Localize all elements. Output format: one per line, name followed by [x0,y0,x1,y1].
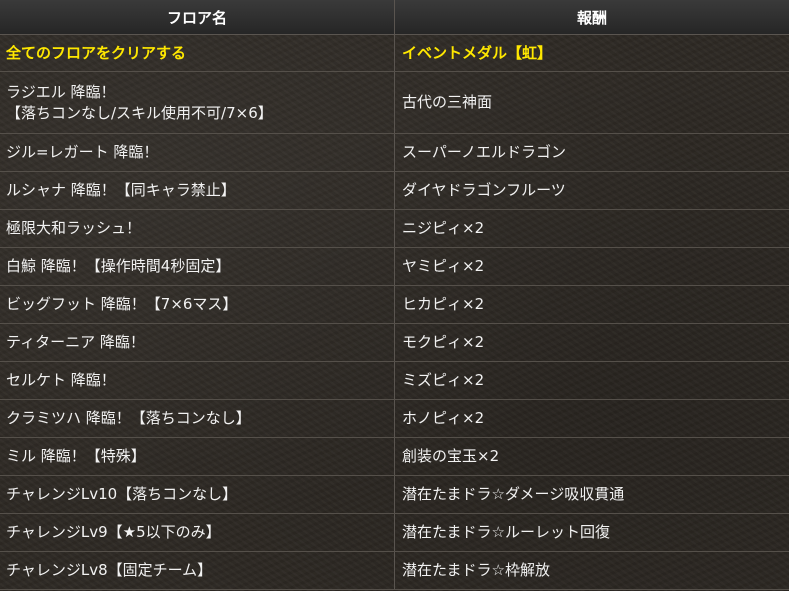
reward-cell: ヒカピィ×2 [395,286,789,323]
reward-cell: イベントメダル【虹】 [395,35,789,71]
reward-name: 潜在たまドラ☆枠解放 [402,561,550,579]
table-row: ビッグフット 降臨！【7×6マス】 ヒカピィ×2 [0,286,789,324]
table-row: 極限大和ラッシュ！ ニジピィ×2 [0,210,789,248]
header-reward: 報酬 [576,8,607,27]
reward-cell: 創装の宝玉×2 [395,438,789,475]
reward-cell: ミズピィ×2 [395,362,789,399]
floor-name: ミル 降臨！【特殊】 [6,447,146,465]
floor-cell: チャレンジLv9【★5以下のみ】 [0,514,395,551]
reward-cell: 古代の三神面 [395,72,789,133]
reward-name: スーパーノエルドラゴン [402,143,566,161]
floor-name: クラミツハ 降臨！【落ちコンなし】 [6,409,251,427]
floor-name: チャレンジLv9【★5以下のみ】 [6,523,221,541]
reward-cell: 潜在たまドラ☆ルーレット回復 [395,514,789,551]
floor-name: ラジエル 降臨！ [6,82,116,101]
reward-name: 潜在たまドラ☆ダメージ吸収貫通 [402,485,625,503]
reward-cell: ホノピィ×2 [395,400,789,437]
floor-name: チャレンジLv10【落ちコンなし】 [6,485,238,503]
reward-cell: 潜在たまドラ☆枠解放 [395,552,789,589]
table-row: ルシャナ 降臨！【同キャラ禁止】 ダイヤドラゴンフルーツ [0,172,789,210]
floor-name: チャレンジLv8【固定チーム】 [6,561,213,579]
reward-name: モクピィ×2 [402,333,485,351]
floor-cell: ラジエル 降臨！ 【落ちコンなし/スキル使用不可/7×6】 [0,72,395,133]
reward-cell: スーパーノエルドラゴン [395,134,789,171]
floor-cell: 極限大和ラッシュ！ [0,210,395,247]
reward-name: ミズピィ×2 [402,371,485,389]
floor-name: セルケト 降臨！ [6,371,116,389]
floor-name: ジル=レガート 降臨！ [6,143,159,161]
table-header: フロア名 報酬 [0,0,789,35]
floor-name: ビッグフット 降臨！【7×6マス】 [6,295,238,313]
table-row: 白鯨 降臨！【操作時間4秒固定】 ヤミピィ×2 [0,248,789,286]
reward-cell: モクピィ×2 [395,324,789,361]
table-row: チャレンジLv10【落ちコンなし】 潜在たまドラ☆ダメージ吸収貫通 [0,476,789,514]
floor-cell: ティターニア 降臨！ [0,324,395,361]
reward-name: ニジピィ×2 [402,219,485,237]
reward-cell: 潜在たまドラ☆ダメージ吸収貫通 [395,476,789,513]
table-row: クラミツハ 降臨！【落ちコンなし】 ホノピィ×2 [0,400,789,438]
table-row: セルケト 降臨！ ミズピィ×2 [0,362,789,400]
floor-cell: 白鯨 降臨！【操作時間4秒固定】 [0,248,395,285]
table-row: チャレンジLv8【固定チーム】 潜在たまドラ☆枠解放 [0,552,789,590]
floor-cell: ジル=レガート 降臨！ [0,134,395,171]
table-row: ティターニア 降臨！ モクピィ×2 [0,324,789,362]
reward-table: フロア名 報酬 全てのフロアをクリアする イベントメダル【虹】 ラジエル 降臨！… [0,0,789,591]
floor-cell: ビッグフット 降臨！【7×6マス】 [0,286,395,323]
table-row: ジル=レガート 降臨！ スーパーノエルドラゴン [0,134,789,172]
floor-condition: 【落ちコンなし/スキル使用不可/7×6】 [6,103,273,122]
table-row: 全てのフロアをクリアする イベントメダル【虹】 [0,35,789,72]
reward-cell: ニジピィ×2 [395,210,789,247]
reward-cell: ダイヤドラゴンフルーツ [395,172,789,209]
table-row: チャレンジLv9【★5以下のみ】 潜在たまドラ☆ルーレット回復 [0,514,789,552]
reward-name: ホノピィ×2 [402,409,485,427]
floor-name: ルシャナ 降臨！【同キャラ禁止】 [6,181,236,199]
floor-cell: ルシャナ 降臨！【同キャラ禁止】 [0,172,395,209]
table-row: ミル 降臨！【特殊】 創装の宝玉×2 [0,438,789,476]
floor-cell: チャレンジLv10【落ちコンなし】 [0,476,395,513]
floor-cell: セルケト 降臨！ [0,362,395,399]
floor-name: 白鯨 降臨！【操作時間4秒固定】 [6,257,231,275]
reward-name: 古代の三神面 [402,93,493,111]
floor-name: ティターニア 降臨！ [6,333,145,351]
header-floor-name: フロア名 [0,0,395,34]
floor-cell: チャレンジLv8【固定チーム】 [0,552,395,589]
reward-name: イベントメダル【虹】 [402,43,553,62]
reward-name: ヒカピィ×2 [402,295,485,313]
reward-name: 潜在たまドラ☆ルーレット回復 [402,523,610,541]
reward-name: ダイヤドラゴンフルーツ [402,181,566,199]
reward-cell: ヤミピィ×2 [395,248,789,285]
table-row: ラジエル 降臨！ 【落ちコンなし/スキル使用不可/7×6】 古代の三神面 [0,72,789,134]
floor-name: 全てのフロアをクリアする [6,43,187,62]
floor-cell: 全てのフロアをクリアする [0,35,395,71]
floor-cell: クラミツハ 降臨！【落ちコンなし】 [0,400,395,437]
reward-name: ヤミピィ×2 [402,257,485,275]
floor-cell: ミル 降臨！【特殊】 [0,438,395,475]
reward-name: 創装の宝玉×2 [402,447,500,465]
floor-name: 極限大和ラッシュ！ [6,219,142,237]
